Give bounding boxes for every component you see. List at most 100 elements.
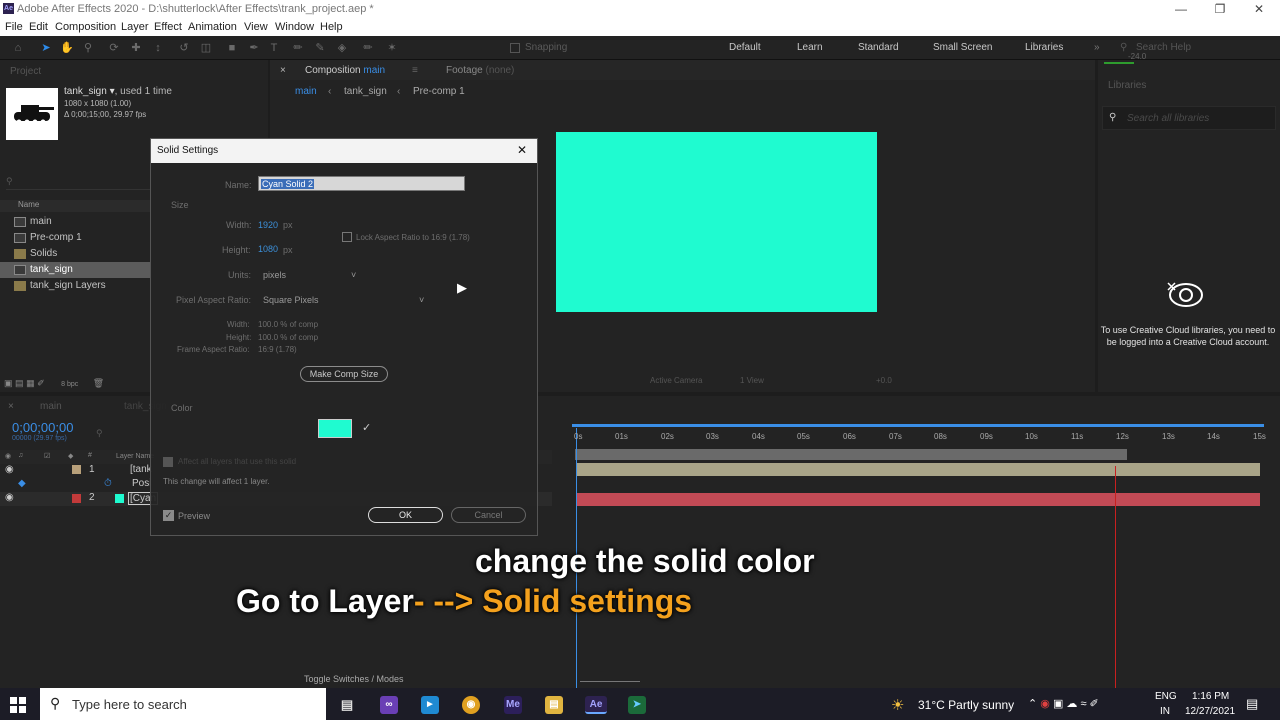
project-col-name[interactable]: Name <box>0 200 150 212</box>
list-item-selected[interactable]: tank_sign <box>0 262 150 278</box>
lock-icon[interactable]: ☑ <box>44 452 50 460</box>
media-encoder-icon[interactable]: Me <box>504 696 522 714</box>
workspace-libraries[interactable]: Libraries <box>1025 42 1063 53</box>
chrome-icon[interactable]: ◉ <box>462 696 480 714</box>
color-swatch[interactable] <box>318 419 352 438</box>
new-comp-icon[interactable]: ▦ <box>26 378 35 388</box>
libraries-search-input[interactable]: ⚲ Search all libraries <box>1102 106 1276 130</box>
make-comp-size-button[interactable]: Make Comp Size <box>300 366 388 382</box>
label-color[interactable] <box>72 465 81 474</box>
preview-checkbox[interactable]: ✓ <box>163 510 174 521</box>
anchor-tool-icon[interactable]: ◫ <box>200 42 212 54</box>
trash-icon[interactable]: 🗑 <box>93 378 104 388</box>
workspace-learn[interactable]: Learn <box>797 42 823 53</box>
crumb-main[interactable]: main <box>295 86 317 97</box>
composition-tab[interactable]: Composition main <box>305 65 385 76</box>
vscode-icon[interactable]: ► <box>421 696 439 714</box>
layer-name[interactable]: [tank <box>130 464 152 475</box>
property-name[interactable]: Posi <box>132 478 151 489</box>
menu-view[interactable]: View <box>244 21 268 33</box>
eraser-tool-icon[interactable]: ◈ <box>336 42 348 54</box>
list-item[interactable]: main <box>0 214 150 230</box>
cancel-button[interactable]: Cancel <box>451 507 526 523</box>
search-help-icon[interactable]: ⚲ <box>1120 42 1127 53</box>
libraries-tab[interactable]: Libraries <box>1108 80 1146 91</box>
lock-aspect-checkbox[interactable] <box>342 232 352 242</box>
project-tab[interactable]: Project <box>10 66 41 77</box>
menu-help[interactable]: Help <box>320 21 343 33</box>
toggle-switches-modes[interactable]: Toggle Switches / Modes <box>304 674 404 684</box>
eyedropper-icon[interactable]: ✓ <box>362 421 371 434</box>
layer-bar-cyan[interactable] <box>576 493 1260 506</box>
dolly-tool-icon[interactable]: ↕ <box>152 42 164 54</box>
tray-icons[interactable]: ⌃ ◉ ▣ ☁ ≈ ✐ <box>1028 697 1099 710</box>
weather-text[interactable]: 31°C Partly sunny <box>918 698 1014 712</box>
pan-tool-icon[interactable]: ✚ <box>130 42 142 54</box>
ok-button[interactable]: OK <box>368 507 443 523</box>
layer-name-header[interactable]: Layer Name <box>116 453 154 460</box>
close-tab-icon[interactable]: × <box>280 65 286 76</box>
notifications-icon[interactable]: ▤ <box>1246 696 1258 712</box>
bpc-label[interactable]: 8 bpc <box>61 381 78 388</box>
view-count-select[interactable]: 1 View <box>740 376 764 385</box>
brush-tool-icon[interactable]: ✏ <box>292 42 304 54</box>
width-value[interactable]: 1920 <box>258 220 278 230</box>
puppet-tool-icon[interactable]: ✶ <box>386 42 398 54</box>
app-icon[interactable]: ➤ <box>628 696 646 714</box>
file-explorer-icon[interactable]: ▤ <box>545 696 563 714</box>
name-input[interactable]: Cyan Solid 2 <box>258 176 465 191</box>
dialog-close-icon[interactable]: ✕ <box>517 143 527 157</box>
eye-icon[interactable]: ◉ <box>5 452 11 460</box>
height-value[interactable]: 1080 <box>258 244 278 254</box>
snapping-checkbox[interactable] <box>510 43 520 53</box>
adjust-icon[interactable]: ✐ <box>37 378 45 388</box>
menu-window[interactable]: Window <box>275 21 314 33</box>
eye-icon[interactable]: ◉ <box>5 492 14 503</box>
minimize-icon[interactable]: — <box>1166 2 1196 16</box>
speaker-icon[interactable]: ♫ <box>18 452 23 459</box>
workspace-standard[interactable]: Standard <box>858 42 899 53</box>
menu-icon[interactable]: ≡ <box>412 65 418 76</box>
crumb-precomp[interactable]: Pre-comp 1 <box>413 86 465 97</box>
pen-tool-icon[interactable]: ✒ <box>248 42 260 54</box>
zoom-slider[interactable] <box>580 681 640 682</box>
affect-all-checkbox[interactable] <box>163 457 173 467</box>
menu-composition[interactable]: Composition <box>55 21 116 33</box>
label-icon[interactable]: ◆ <box>68 452 73 460</box>
label-color[interactable] <box>72 494 81 503</box>
timeline-search-input[interactable]: ⚲ <box>96 428 103 439</box>
out-marker[interactable] <box>1115 466 1116 688</box>
new-folder-icon[interactable]: ▤ <box>15 378 24 388</box>
stopwatch-icon[interactable]: ⏱ <box>104 478 112 489</box>
workspace-overflow-icon[interactable]: » <box>1094 42 1100 53</box>
units-select[interactable]: pixels ˅ <box>263 270 359 280</box>
language-2[interactable]: IN <box>1160 706 1170 717</box>
keyframe-icon[interactable]: ◆ <box>18 478 26 489</box>
exposure-value[interactable]: +0.0 <box>876 376 892 385</box>
taskbar-search-input[interactable]: ⚲ Type here to search <box>40 688 326 720</box>
language-1[interactable]: ENG <box>1155 691 1177 702</box>
layer-bar-tank[interactable] <box>576 463 1260 476</box>
clock-time[interactable]: 1:16 PM <box>1192 691 1229 702</box>
crumb-tank-sign[interactable]: tank_sign <box>344 86 387 97</box>
par-select[interactable]: Square Pixels ˅ <box>263 295 429 305</box>
timeline-tab-main[interactable]: main <box>40 401 62 412</box>
menu-animation[interactable]: Animation <box>188 21 237 33</box>
visual-studio-icon[interactable]: ∞ <box>380 696 398 714</box>
task-view-icon[interactable]: ▤ <box>338 696 356 714</box>
work-area-bar[interactable] <box>572 424 1264 427</box>
menu-file[interactable]: File <box>5 21 23 33</box>
close-icon[interactable]: ✕ <box>1244 2 1274 16</box>
hand-tool-icon[interactable]: ✋ <box>60 42 74 54</box>
maximize-icon[interactable]: ❐ <box>1205 2 1235 16</box>
close-tab-icon[interactable]: × <box>8 401 14 412</box>
zoom-tool-icon[interactable]: ⚲ <box>82 42 94 54</box>
composition-preview-solid[interactable] <box>556 132 877 312</box>
windows-start-icon[interactable] <box>10 697 26 713</box>
current-timecode[interactable]: 0;00;00;00 <box>12 420 73 435</box>
workspace-default[interactable]: Default <box>729 42 761 53</box>
interpret-footage-icon[interactable]: ▣ <box>4 378 13 388</box>
after-effects-icon[interactable]: Ae <box>585 696 607 714</box>
project-search-input[interactable]: ⚲ <box>6 176 150 190</box>
rotate-tool-icon[interactable]: ↺ <box>178 42 190 54</box>
